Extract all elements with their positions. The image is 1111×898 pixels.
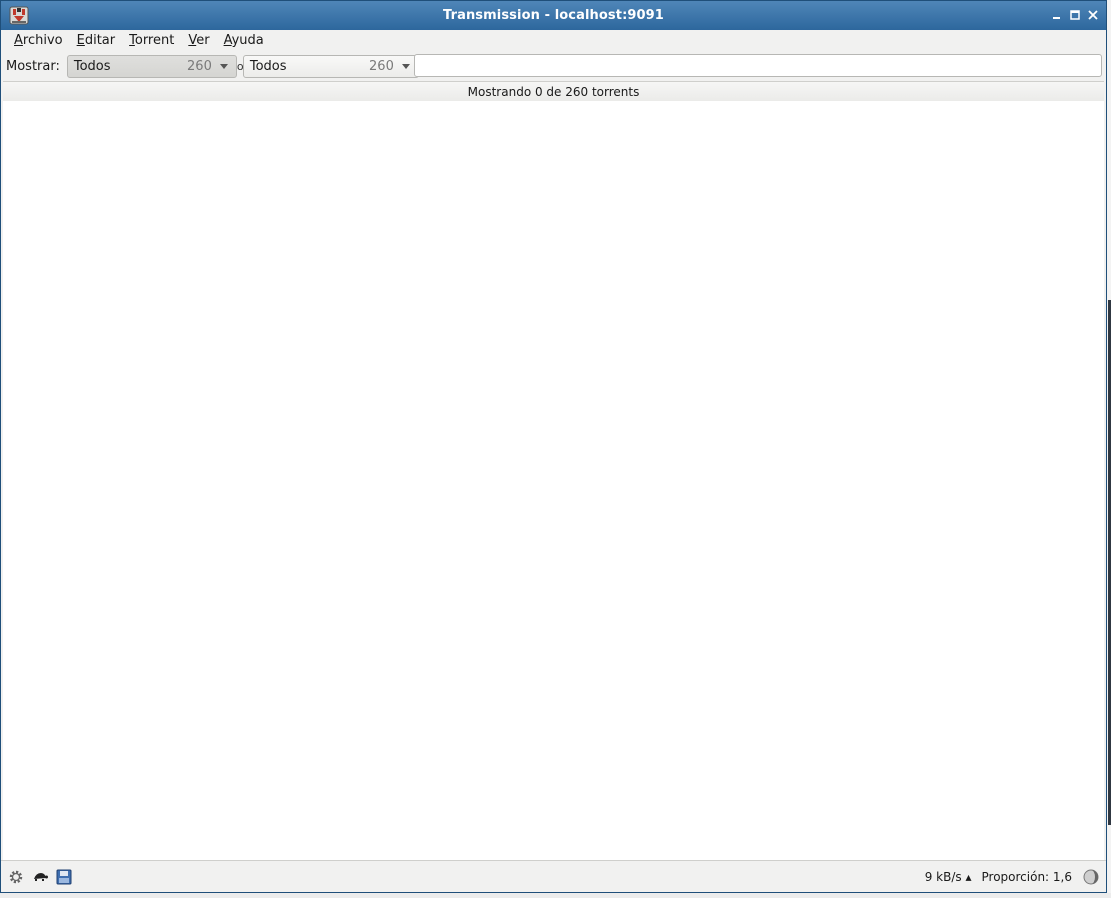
status-bar: 9 kB/s ▴ Proporción: 1,6: [1, 860, 1106, 892]
background-window-edge: [1107, 0, 1111, 898]
turtle-icon[interactable]: [31, 868, 49, 886]
background-desktop-edge: [0, 893, 1111, 898]
gear-icon[interactable]: [7, 868, 25, 886]
menu-editar[interactable]: Editar: [70, 30, 123, 52]
main-window: Transmission - localhost:9091 Archivo Ed…: [0, 0, 1107, 893]
minimize-icon[interactable]: [1050, 7, 1064, 23]
maximize-icon[interactable]: [1068, 7, 1082, 23]
transmission-icon: [9, 6, 29, 25]
chevron-down-icon: [219, 64, 228, 69]
search-input[interactable]: [414, 54, 1102, 77]
ratio-icon[interactable]: [1082, 868, 1100, 886]
show-label: Mostrar:: [6, 59, 60, 74]
torrent-list[interactable]: [3, 101, 1104, 861]
filter-bar: Mostrar: Todos 260 o Todos 260: [1, 52, 1106, 81]
menubar: Archivo Editar Torrent Ver Ayuda: [1, 30, 1106, 52]
ratio-label[interactable]: Proporción: 1,6: [982, 870, 1073, 884]
tracker-filter-count: 260: [369, 59, 394, 74]
titlebar[interactable]: Transmission - localhost:9091: [1, 1, 1106, 30]
close-icon[interactable]: [1086, 7, 1100, 23]
torrent-count-header: Mostrando 0 de 260 torrents: [3, 81, 1104, 102]
torrent-count-text: Mostrando 0 de 260 torrents: [467, 84, 640, 99]
menu-torrent[interactable]: Torrent: [122, 30, 181, 52]
window-controls: [1050, 7, 1100, 23]
menu-archivo[interactable]: Archivo: [7, 30, 70, 52]
tracker-filter-combo[interactable]: Todos 260: [242, 55, 419, 78]
status-filter-value: Todos: [73, 59, 111, 74]
window-title: Transmission - localhost:9091: [443, 8, 664, 23]
disk-icon[interactable]: [55, 868, 73, 886]
chevron-down-icon: [401, 64, 410, 69]
status-filter-combo[interactable]: Todos 260: [66, 55, 237, 78]
filter-separator: o: [236, 60, 243, 73]
speed-indicator: 9 kB/s ▴: [924, 869, 972, 884]
menu-ayuda[interactable]: Ayuda: [217, 30, 271, 52]
status-filter-count: 260: [187, 59, 212, 74]
menu-ver[interactable]: Ver: [181, 30, 216, 52]
tracker-filter-value: Todos: [249, 59, 287, 74]
